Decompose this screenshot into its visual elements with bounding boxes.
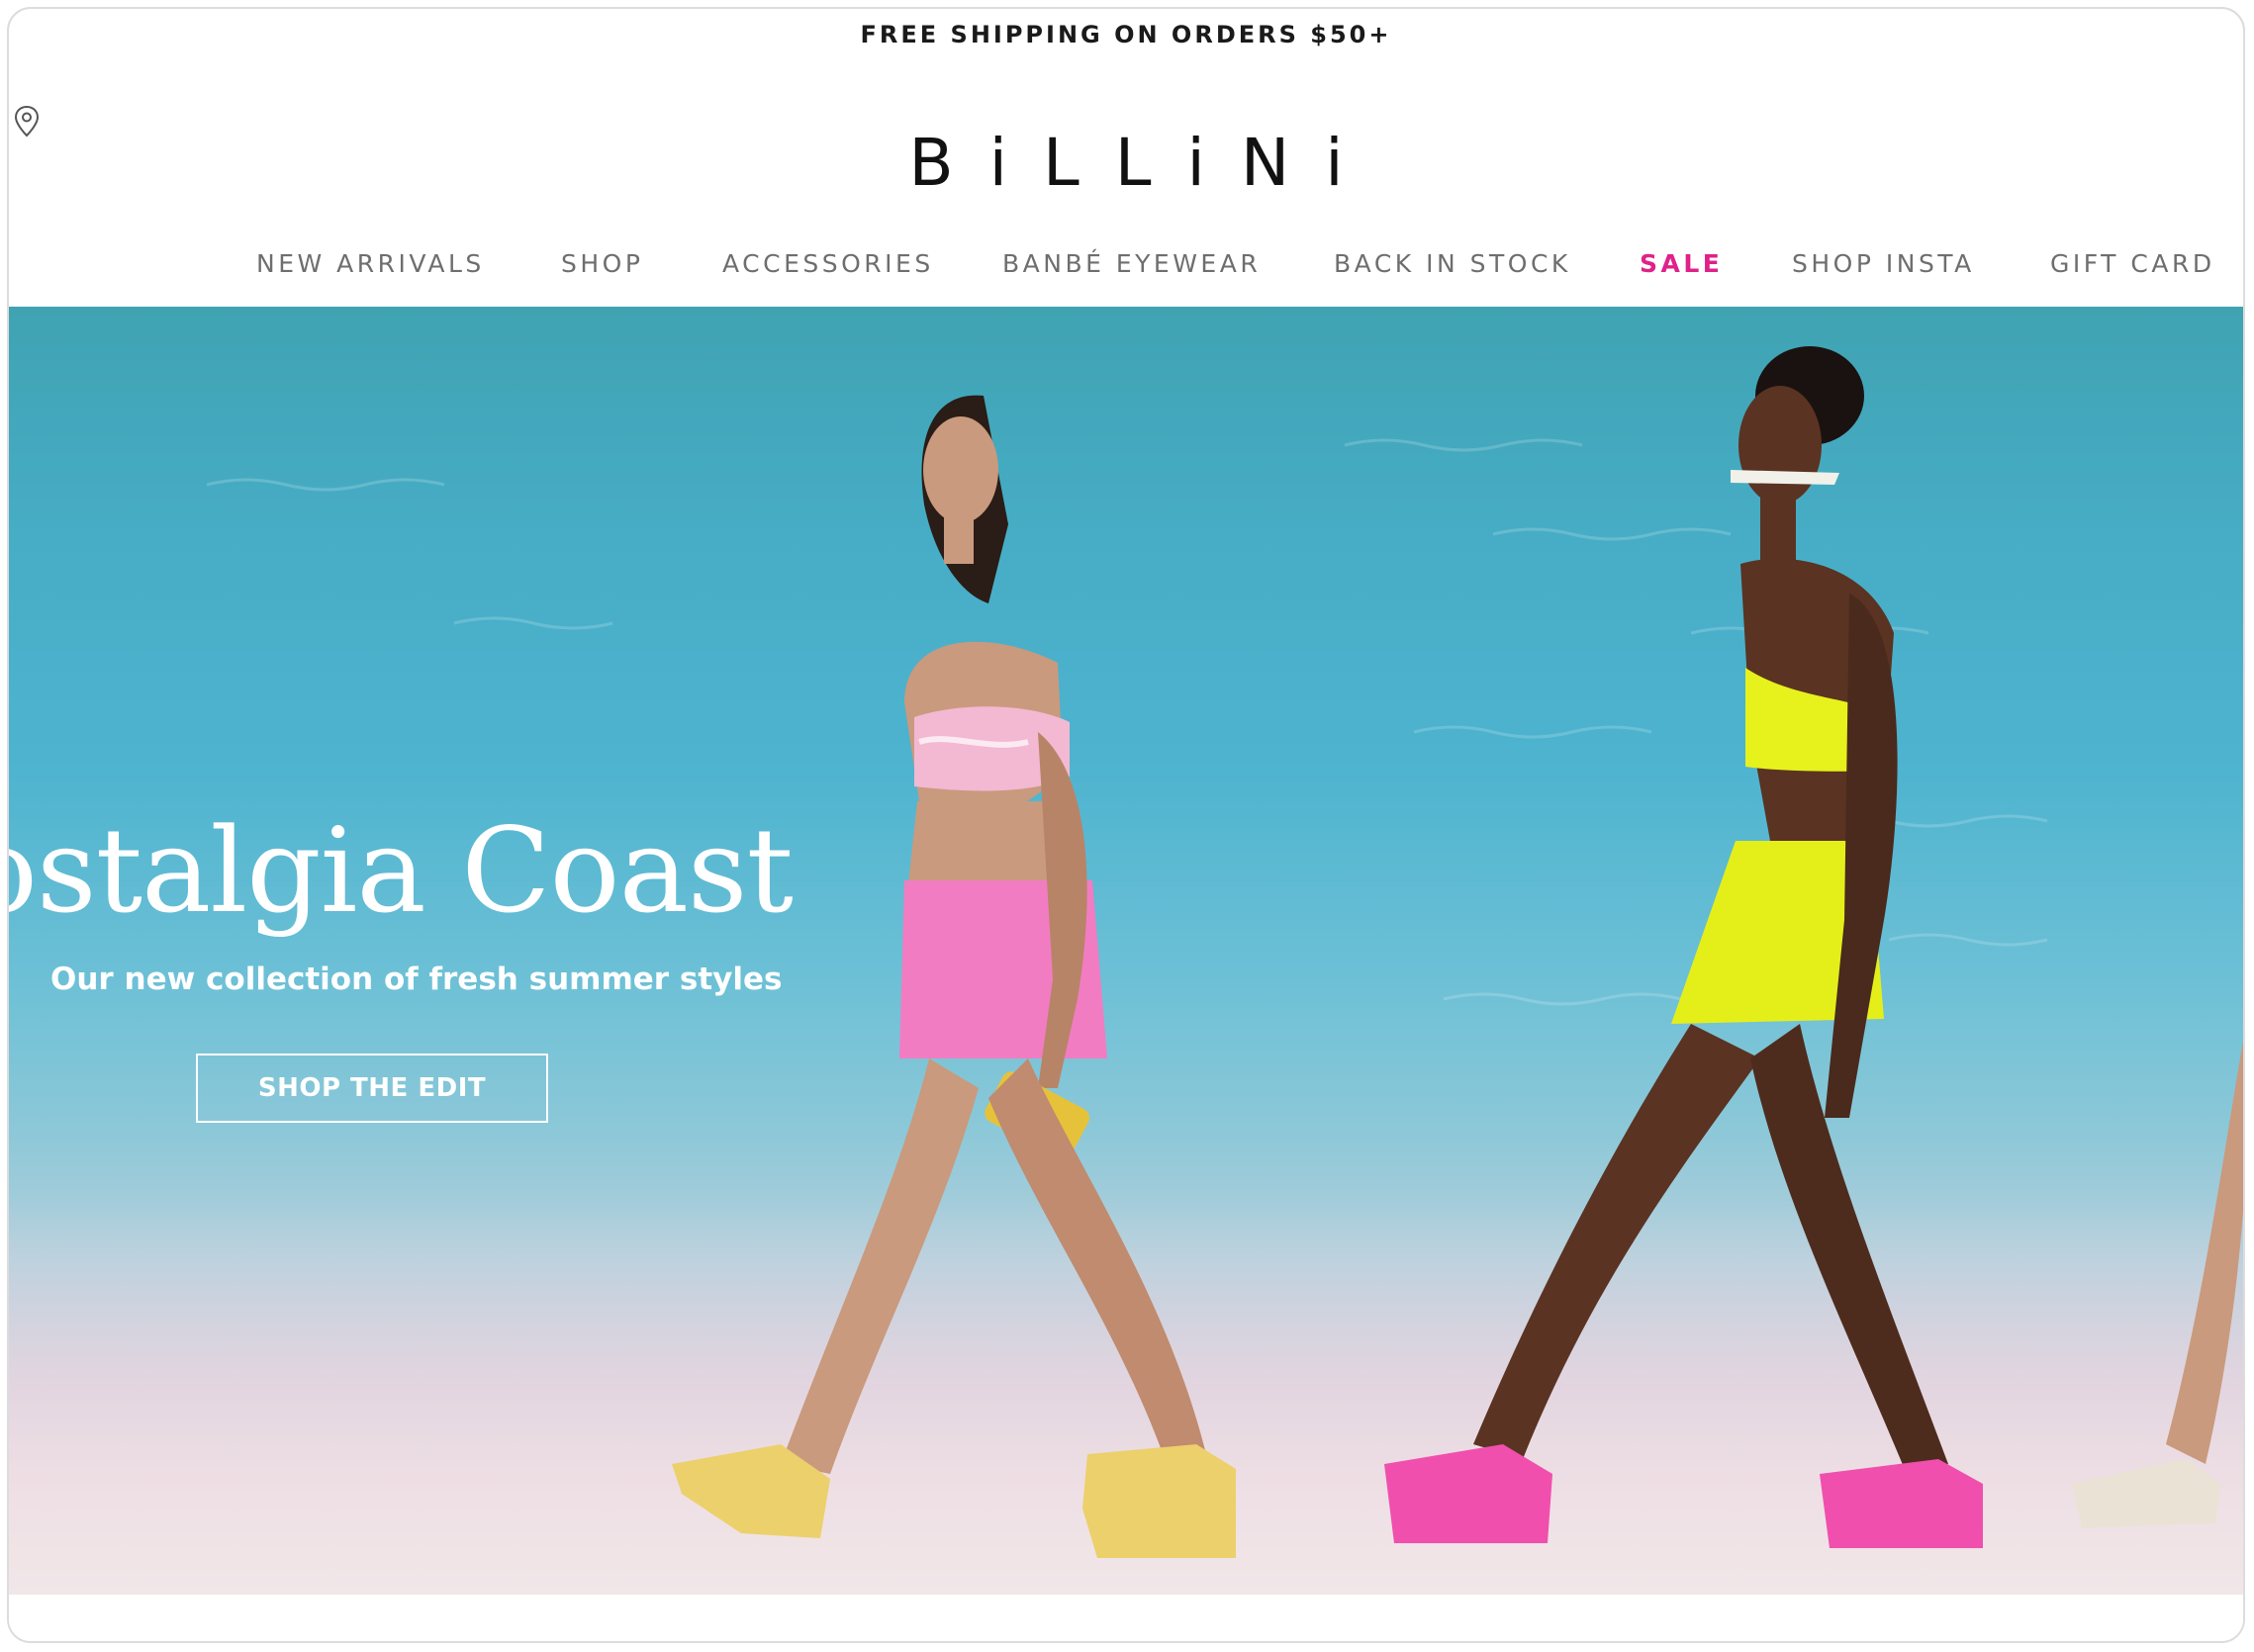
nav-item-accessories[interactable]: ACCESSORIES bbox=[722, 246, 934, 282]
hero-subtitle: Our new collection of fresh summer style… bbox=[50, 962, 783, 997]
nav-item-new-arrivals[interactable]: NEW ARRIVALS bbox=[256, 246, 485, 282]
shop-the-edit-button[interactable]: SHOP THE EDIT bbox=[196, 1054, 548, 1123]
nav-item-sale[interactable]: SALE bbox=[1640, 246, 1723, 282]
nav-item-shop[interactable]: SHOP bbox=[561, 246, 643, 282]
browser-viewport: FREE SHIPPING ON ORDERS $50+ BiLLiNi NEW… bbox=[7, 7, 2245, 1643]
announcement-bar: FREE SHIPPING ON ORDERS $50+ bbox=[9, 9, 2243, 60]
announcement-text: FREE SHIPPING ON ORDERS $50+ bbox=[860, 21, 1392, 48]
nav-item-gift-card[interactable]: GIFT CARD bbox=[2050, 246, 2215, 282]
hero-banner[interactable]: ostalgia Coast Our new collection of fre… bbox=[9, 307, 2243, 1595]
nav-item-shop-insta[interactable]: SHOP INSTA bbox=[1792, 246, 1975, 282]
nav-item-back-in-stock[interactable]: BACK IN STOCK bbox=[1334, 246, 1571, 282]
nav-item-banbe-eyewear[interactable]: BANBÉ EYEWEAR bbox=[1002, 246, 1261, 282]
page-below-hero bbox=[9, 1595, 2243, 1641]
hero-title: ostalgia Coast bbox=[9, 802, 794, 939]
hero-photo bbox=[9, 346, 2243, 1595]
main-navigation: NEW ARRIVALS SHOP ACCESSORIES BANBÉ EYEW… bbox=[9, 246, 2243, 286]
brand-logo[interactable]: BiLLiNi bbox=[9, 124, 2243, 203]
